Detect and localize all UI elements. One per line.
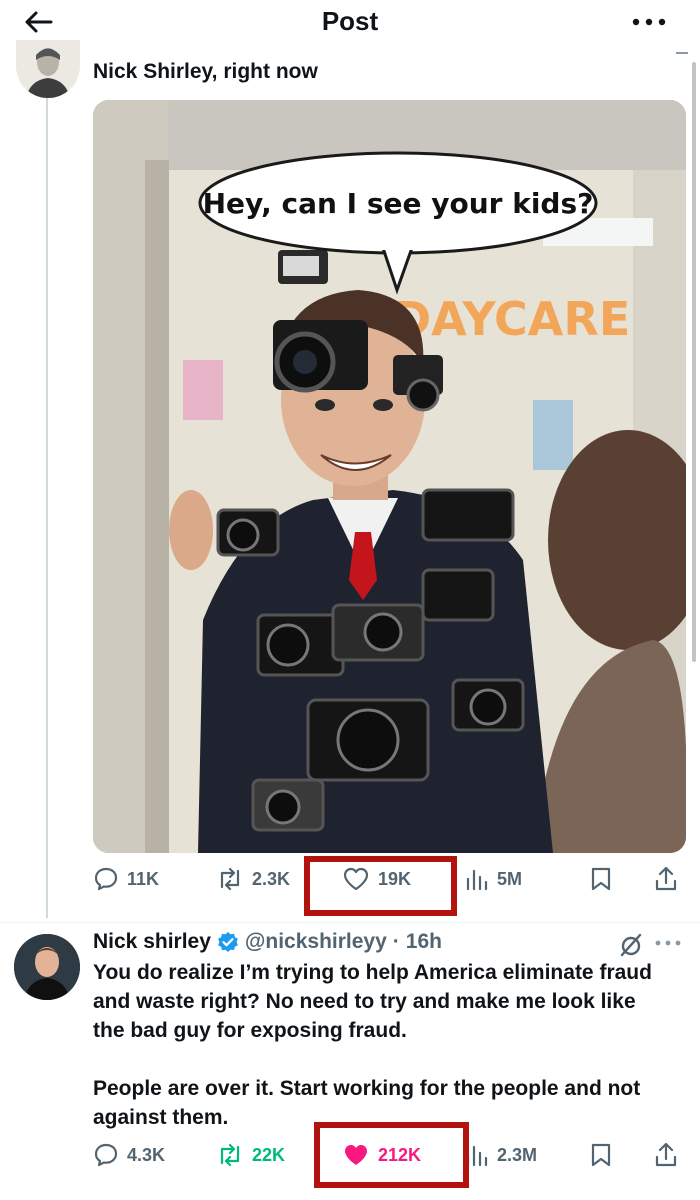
views-button[interactable]: 5M [465, 862, 522, 896]
page-title: Post [321, 6, 379, 36]
reply-author-handle[interactable]: @nickshirleyy [245, 930, 387, 954]
daycare-sign: DAYCARE [393, 292, 630, 346]
more-horizontal-icon[interactable] [654, 938, 682, 948]
share-icon [655, 1142, 677, 1167]
reply-count: 4.3K [127, 1144, 166, 1165]
top-bar: Post [0, 0, 700, 54]
repost-icon [220, 1143, 240, 1167]
repost-count: 22K [252, 1144, 286, 1165]
avatar-image [16, 40, 80, 98]
post-author-line[interactable]: Nick Shirley, right now [93, 60, 318, 84]
share-button[interactable] [654, 862, 678, 896]
views-count: 2.3M [497, 1144, 538, 1165]
reply-header: Nick shirley @nickshirleyy · 16h [93, 930, 442, 954]
reply-icon [94, 867, 118, 891]
reply-text: You do realize I’m trying to help Americ… [93, 961, 652, 1129]
meme-image: DAYCARE Hey, can I see your kids? [93, 100, 686, 853]
thread-connector-line [46, 98, 48, 918]
views-button[interactable]: 2.3M [465, 1138, 537, 1172]
annotation-box-likes-post2 [314, 1122, 469, 1188]
share-button[interactable] [654, 1138, 678, 1172]
bookmark-icon [591, 1143, 611, 1167]
reply-button[interactable]: 4.3K [93, 1138, 165, 1172]
reply-button[interactable]: 11K [93, 862, 159, 896]
meta-separator: · [392, 930, 400, 953]
reply-count: 11K [127, 868, 160, 889]
more-options-button[interactable] [630, 10, 670, 34]
more-horizontal-icon [632, 18, 666, 26]
repost-button[interactable]: 22K [216, 1138, 285, 1172]
verified-badge-icon [218, 932, 238, 952]
views-count: 5M [497, 868, 523, 889]
divider-mark [676, 52, 688, 54]
annotation-box-likes-post1 [304, 856, 457, 916]
bookmark-button[interactable] [590, 1138, 612, 1172]
views-bar-chart-icon [466, 869, 488, 891]
svg-text:DAYCARE: DAYCARE [393, 292, 630, 346]
reply-author-name[interactable]: Nick shirley [93, 930, 211, 954]
share-icon [655, 866, 677, 891]
avatar-image [14, 934, 80, 1000]
post-divider [0, 922, 700, 923]
reply-timestamp[interactable]: 16h [406, 930, 442, 954]
svg-text:Hey, can I see your kids?: Hey, can I see your kids? [203, 187, 594, 220]
repost-count: 2.3K [252, 868, 291, 889]
reply-author-avatar[interactable] [14, 934, 80, 1000]
scrollbar[interactable] [692, 62, 696, 662]
avatar[interactable] [16, 40, 80, 98]
repost-icon [220, 867, 240, 891]
post-image[interactable]: DAYCARE Hey, can I see your kids? [93, 100, 686, 853]
bookmark-button[interactable] [590, 862, 612, 896]
reply-icon [94, 1143, 118, 1167]
grok-icon[interactable] [618, 932, 644, 958]
repost-button[interactable]: 2.3K [216, 862, 290, 896]
bookmark-icon [591, 867, 611, 891]
